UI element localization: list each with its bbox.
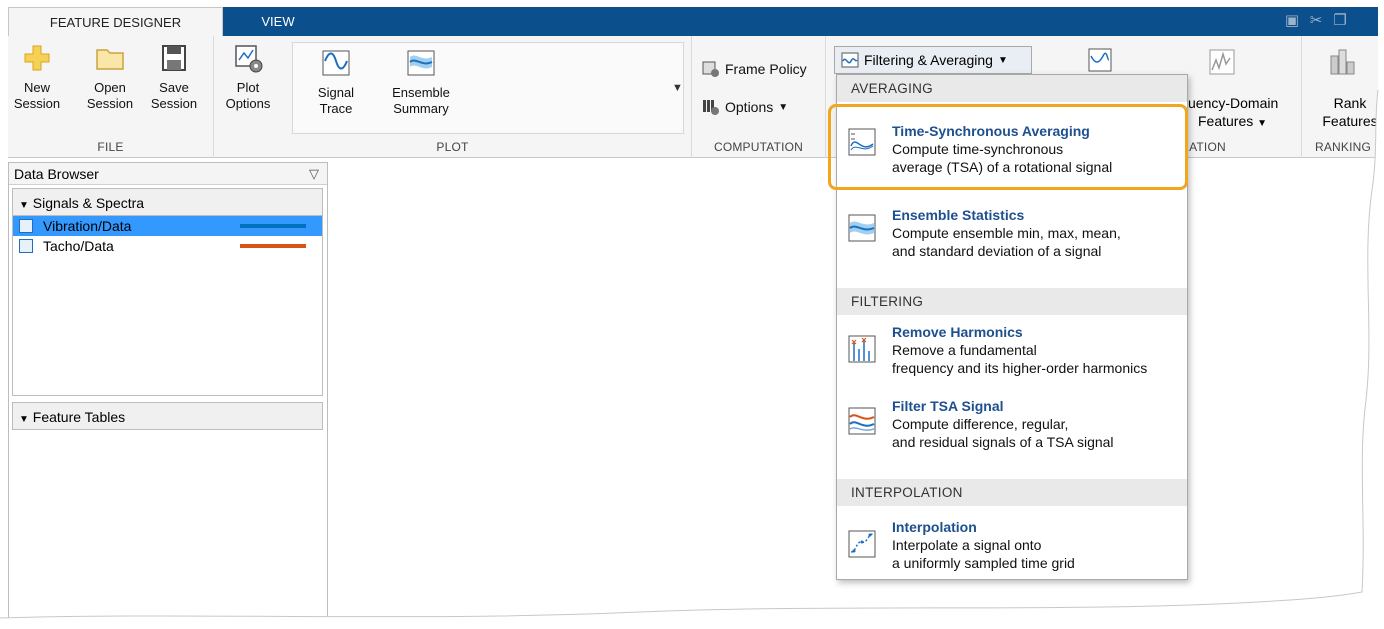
app-window: FEATURE DESIGNER VIEW ▣ ✂ ❐ New Session …	[0, 0, 1384, 629]
torn-edge-decoration	[0, 0, 1384, 629]
